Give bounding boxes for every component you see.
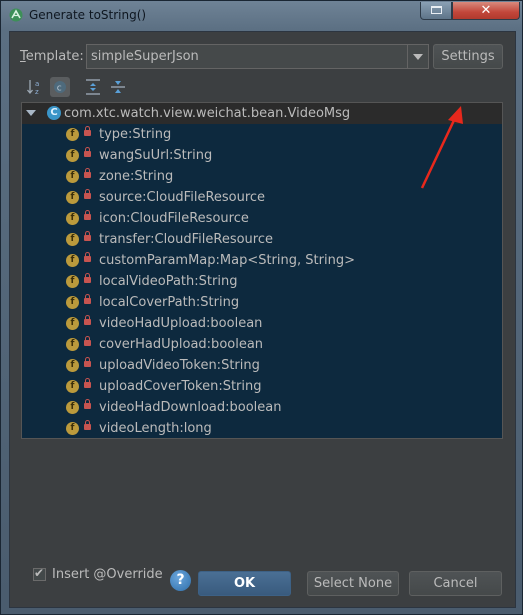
- field-label: type:String: [99, 127, 172, 142]
- field-icon: f: [66, 338, 79, 351]
- tree-field-row[interactable]: f icon:CloudFileResource: [22, 208, 502, 229]
- triangle-down-icon[interactable]: [26, 110, 36, 116]
- android-studio-icon: [9, 8, 23, 22]
- close-button[interactable]: ✕: [452, 2, 520, 20]
- title-bar[interactable]: Generate toString() ✕: [1, 1, 522, 31]
- field-label: videoLength:long: [99, 421, 212, 436]
- private-lock-icon: [84, 147, 91, 157]
- private-lock-icon: [84, 189, 91, 199]
- svg-text:c: c: [57, 84, 62, 94]
- svg-text:z: z: [35, 88, 39, 96]
- field-icon: f: [66, 422, 79, 435]
- help-icon[interactable]: ?: [170, 570, 191, 591]
- cancel-button[interactable]: Cancel: [409, 571, 502, 596]
- checkmark-icon: ✔: [34, 566, 45, 580]
- template-label: Template:: [20, 49, 84, 64]
- annotation-arrow: [420, 106, 463, 189]
- field-label: source:CloudFileResource: [99, 190, 266, 205]
- insert-override-label[interactable]: Insert @Override: [52, 567, 163, 582]
- dialog-content: Template: simpleSuperJson Settings a z c: [9, 31, 516, 608]
- field-label: uploadCoverToken:String: [99, 379, 262, 394]
- select-none-button[interactable]: Select None: [307, 571, 399, 596]
- private-lock-icon: [84, 294, 91, 304]
- tree-field-row[interactable]: f videoHadUpload:boolean: [22, 313, 502, 334]
- private-lock-icon: [84, 210, 91, 220]
- class-name: com.xtc.watch.view.weichat.bean.VideoMsg: [64, 106, 351, 121]
- field-label: customParamMap:Map<String, String>: [99, 253, 355, 268]
- template-value: simpleSuperJson: [91, 49, 199, 64]
- tree-field-row[interactable]: f videoLength:long: [22, 418, 502, 438]
- field-label: zone:String: [99, 169, 174, 184]
- field-label: coverHadUpload:boolean: [99, 337, 264, 352]
- field-icon: f: [66, 275, 79, 288]
- private-lock-icon: [84, 315, 91, 325]
- field-label: videoHadUpload:boolean: [99, 316, 263, 331]
- tree-field-row[interactable]: f uploadCoverToken:String: [22, 376, 502, 397]
- restore-icon: [431, 6, 442, 14]
- settings-button[interactable]: Settings: [433, 44, 503, 69]
- collapse-all-icon[interactable]: [108, 77, 128, 97]
- ok-button[interactable]: OK: [198, 571, 291, 596]
- private-lock-icon: [84, 378, 91, 388]
- tree-field-row[interactable]: f uploadVideoToken:String: [22, 355, 502, 376]
- field-label: videoHadDownload:boolean: [99, 400, 282, 415]
- field-icon: f: [66, 401, 79, 414]
- field-icon: f: [66, 212, 79, 225]
- field-label: localCoverPath:String: [99, 295, 240, 310]
- field-icon: f: [66, 191, 79, 204]
- field-icon: f: [66, 317, 79, 330]
- chevron-down-icon: [413, 54, 423, 60]
- tree-field-row[interactable]: f localVideoPath:String: [22, 271, 502, 292]
- private-lock-icon: [84, 231, 91, 241]
- field-icon: f: [66, 380, 79, 393]
- private-lock-icon: [84, 126, 91, 136]
- private-lock-icon: [84, 168, 91, 178]
- tree-field-row[interactable]: f localCoverPath:String: [22, 292, 502, 313]
- class-icon: C: [47, 106, 61, 120]
- dialog-window: Generate toString() ✕ Template: simpleSu…: [0, 0, 523, 615]
- dropdown-arrow[interactable]: [407, 45, 428, 68]
- restore-button[interactable]: [420, 2, 452, 20]
- private-lock-icon: [84, 399, 91, 409]
- tree-field-row[interactable]: f videoHadDownload:boolean: [22, 397, 502, 418]
- field-label: transfer:CloudFileResource: [99, 232, 273, 247]
- expand-all-icon[interactable]: [83, 77, 103, 97]
- private-lock-icon: [84, 420, 91, 430]
- field-icon: f: [66, 149, 79, 162]
- field-label: uploadVideoToken:String: [99, 358, 260, 373]
- window-title: Generate toString(): [29, 8, 147, 22]
- private-lock-icon: [84, 252, 91, 262]
- field-label: localVideoPath:String: [99, 274, 238, 289]
- show-inherited-toggle-icon[interactable]: c: [50, 77, 70, 97]
- field-icon: f: [66, 128, 79, 141]
- tree-field-row[interactable]: f coverHadUpload:boolean: [22, 334, 502, 355]
- field-icon: f: [66, 170, 79, 183]
- insert-override-checkbox[interactable]: ✔: [33, 566, 46, 581]
- field-icon: f: [66, 254, 79, 267]
- sort-alphabetically-icon[interactable]: a z: [26, 77, 46, 97]
- field-icon: f: [66, 359, 79, 372]
- private-lock-icon: [84, 336, 91, 346]
- tree-field-row[interactable]: f customParamMap:Map<String, String>: [22, 250, 502, 271]
- private-lock-icon: [84, 357, 91, 367]
- field-icon: f: [66, 233, 79, 246]
- private-lock-icon: [84, 273, 91, 283]
- template-dropdown[interactable]: simpleSuperJson: [86, 44, 429, 69]
- field-label: icon:CloudFileResource: [99, 211, 249, 226]
- field-label: wangSuUrl:String: [99, 148, 213, 163]
- field-icon: f: [66, 296, 79, 309]
- close-icon: ✕: [480, 3, 492, 18]
- svg-text:a: a: [35, 80, 39, 88]
- tree-field-row[interactable]: f transfer:CloudFileResource: [22, 229, 502, 250]
